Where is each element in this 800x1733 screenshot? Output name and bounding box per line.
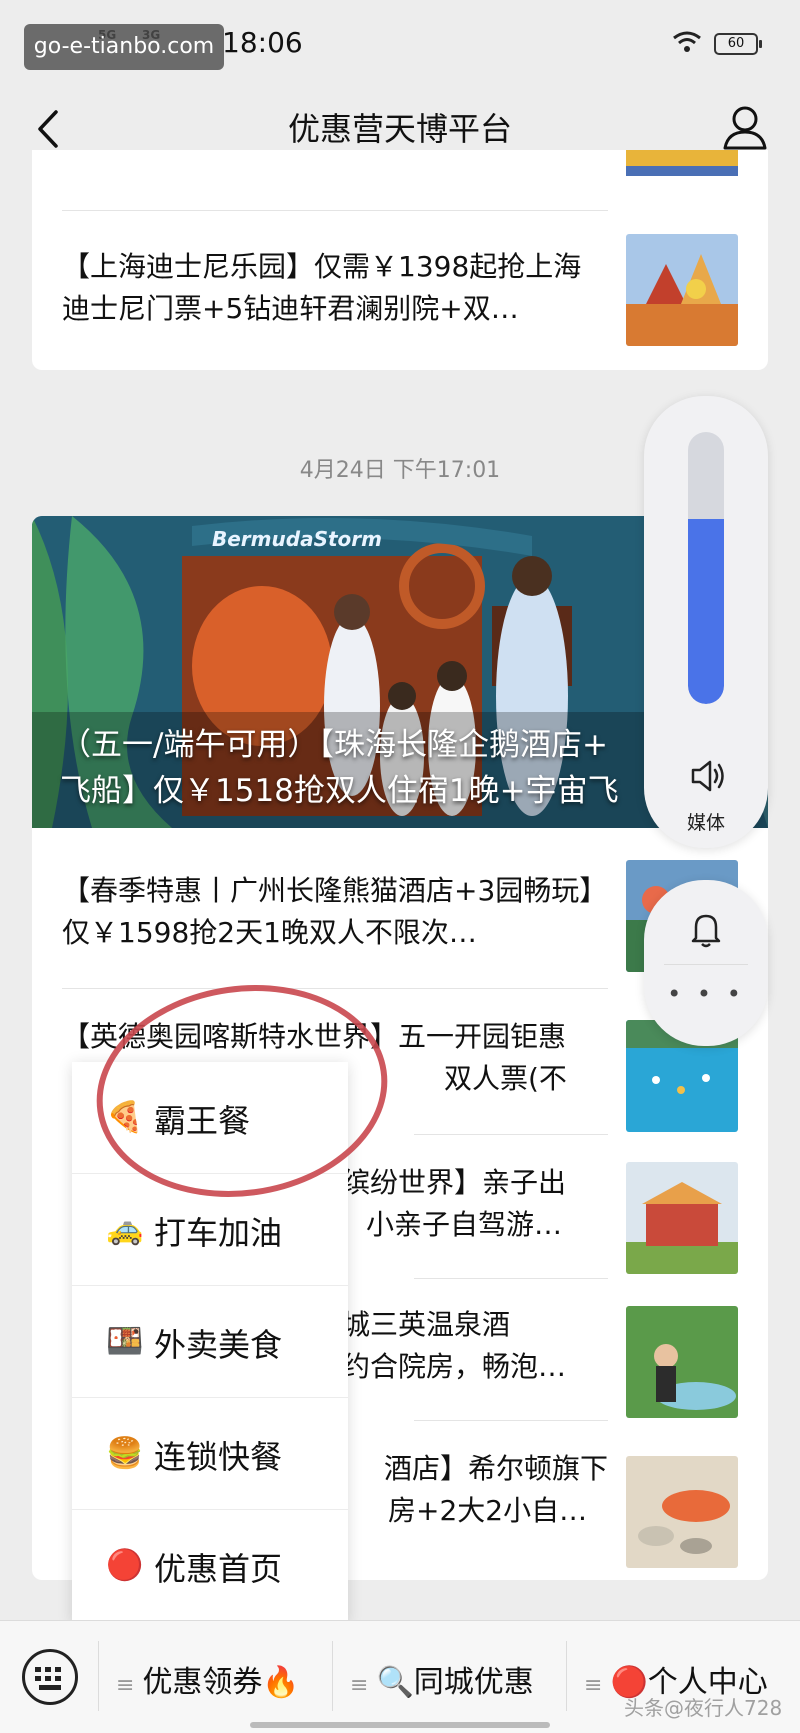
divider [62,988,608,989]
list-item-title-line2: 约合院房，畅泡… [342,1350,567,1383]
list-item-title-line2: 房+2大2小自… [388,1494,588,1527]
bottom-menu-label: 优惠领券🔥 [142,1665,300,1700]
article-card-top[interactable]: 【上海迪士尼乐园】仅需￥1398起抢上海迪士尼门票+5钻迪轩君澜别院+双… [32,150,768,370]
submenu-item-fast-food[interactable]: 🍔 连锁快餐 [72,1398,348,1510]
divider [98,1641,99,1711]
thumbnail-previous [626,150,738,176]
battery-icon: 60 [714,33,762,55]
thumbnail-seafood [626,1456,738,1568]
submenu-item-label: 外卖美食 [154,1326,283,1364]
list-item-title: 城三英温泉酒 约合院房，畅泡… [342,1304,608,1388]
divider [332,1641,333,1711]
keyboard-icon[interactable] [22,1649,78,1705]
menu-lines-icon: ≡ [116,1673,135,1698]
submenu-item-home[interactable]: 🔴 优惠首页 [72,1510,348,1622]
page-title: 优惠营天博平台 [287,110,512,148]
submenu-item-takeout[interactable]: 🍱 外卖美食 [72,1286,348,1398]
bottom-menu-label: 🔍同城优惠 [376,1665,534,1700]
submenu-item-label: 连锁快餐 [154,1438,283,1476]
sound-controls-panel: • • • [644,880,768,1046]
divider [664,964,748,965]
clock: 18:06 [222,26,303,59]
watermark-top: go-e-tianbo.com [24,24,224,70]
divider [62,210,608,211]
list-item-title-line2: 小亲子自驾游… [366,1208,563,1241]
volume-panel[interactable]: 媒体 [644,396,768,848]
list-item-title: 【春季特惠丨广州长隆熊猫酒店+3园畅玩】仅￥1598抢2天1晚双人不限次… [62,874,608,949]
menu-lines-icon: ≡ [350,1673,369,1698]
burger-icon: 🍔 [106,1436,144,1471]
submenu-item-label: 优惠首页 [154,1550,283,1588]
bottom-menu-coupons[interactable]: ≡ 优惠领券🔥 [116,1657,300,1701]
divider [566,1641,567,1711]
divider [414,1420,608,1421]
thumbnail-disney [626,234,738,346]
list-item-title: 【上海迪士尼乐园】仅需￥1398起抢上海迪士尼门票+5钻迪轩君澜别院+双… [62,250,582,325]
volume-slider-fill [688,519,724,704]
list-item-title: 缤纷世界】亲子出 小亲子自驾游… [342,1162,608,1246]
list-item-title-line1: 城三英温泉酒 [342,1308,511,1341]
thumbnail-hotspring [626,1306,738,1418]
taxi-icon: 🚕 [106,1212,144,1247]
menu-lines-icon: ≡ [584,1673,603,1698]
hero-caption: （五一/端午可用）【珠海长隆企鹅酒店+ 飞船】仅￥1518抢双人住宿1晚+宇宙飞 [60,722,740,814]
divider [414,1278,608,1279]
list-item-title: 酒店】希尔顿旗下 房+2大2小自… [384,1448,608,1532]
list-item-title-line1: 酒店】希尔顿旗下 [384,1452,608,1485]
divider [414,1134,608,1135]
hero-brand-text: BermudaStorm [212,527,382,551]
volume-media-label: 媒体 [686,812,725,834]
bottom-menu-local-deals[interactable]: ≡ 🔍同城优惠 [350,1657,534,1701]
hero-caption-line2: 飞船】仅￥1518抢双人住宿1晚+宇宙飞 [60,773,619,809]
bento-icon: 🍱 [106,1324,144,1359]
home-indicator[interactable] [250,1722,550,1728]
watermark-bottom: 头条@夜行人728 [624,1696,783,1720]
more-options-icon[interactable]: • • • [644,980,768,1008]
hero-caption-line1: （五一/端午可用）【珠海长隆企鹅酒店+ [60,727,608,763]
list-item-title-line1: 缤纷世界】亲子出 [342,1166,567,1199]
speaker-icon[interactable] [688,756,728,796]
red-circle-icon: 🔴 [106,1548,144,1583]
user-profile-icon[interactable] [722,102,768,152]
bell-icon[interactable] [688,910,724,950]
list-item[interactable]: 【上海迪士尼乐园】仅需￥1398起抢上海迪士尼门票+5钻迪轩君澜别院+双… [32,234,768,346]
thumbnail-carousel [626,1162,738,1274]
volume-slider[interactable] [688,432,724,704]
wifi-icon [673,31,701,52]
submenu-item-label: 打车加油 [154,1214,283,1252]
